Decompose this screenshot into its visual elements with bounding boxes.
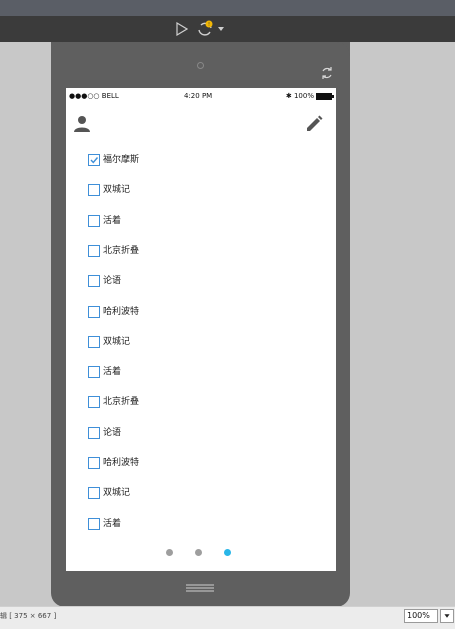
- list-item-label: 活着: [103, 215, 122, 226]
- list-item-label: 双城记: [103, 488, 131, 499]
- battery-label: ✱ 100%: [285, 92, 314, 100]
- checkbox-checked[interactable]: [88, 154, 100, 166]
- checkbox[interactable]: [88, 275, 100, 288]
- list-item-label: 北京折叠: [103, 245, 140, 256]
- list-item-label: 哈利波特: [103, 458, 140, 468]
- phone-screen: ●●●○○ BELL 4:20 PM ✱ 100% 福尔摩斯 双城记 活着 北京折叠论…: [66, 88, 336, 571]
- status-footer: [0, 606, 455, 629]
- list-item-label: 双城记: [103, 185, 131, 196]
- checkbox[interactable]: [88, 426, 100, 439]
- list-item[interactable]: 活着: [88, 214, 288, 229]
- zoom-select[interactable]: 100%: [404, 609, 438, 623]
- list-item-label: 哈利波特: [103, 306, 140, 317]
- checkbox[interactable]: [88, 366, 100, 379]
- canvas-size-label: 辑 [ 375 × 667 ]: [0, 612, 57, 620]
- battery-icon: [316, 93, 334, 100]
- checkbox[interactable]: [88, 487, 100, 500]
- page-indicator: [166, 549, 246, 559]
- chevron-down-icon[interactable]: [218, 27, 224, 31]
- checkbox[interactable]: [88, 214, 100, 227]
- list-item[interactable]: 北京折叠: [88, 396, 288, 410]
- list-item-label: 论语: [103, 427, 122, 438]
- check-icon: [90, 157, 99, 164]
- list-item[interactable]: 哈利波特: [88, 457, 288, 471]
- list-item-label: 福尔摩斯: [103, 155, 140, 165]
- list-item[interactable]: 双城记: [88, 335, 288, 350]
- home-indicator-icon[interactable]: [185, 583, 215, 593]
- list-item[interactable]: 哈利波特: [88, 305, 288, 320]
- toolbar: [0, 16, 455, 42]
- user-icon[interactable]: [72, 114, 92, 134]
- rotate-icon[interactable]: [320, 66, 334, 80]
- page-dot-active[interactable]: [224, 549, 231, 556]
- list-item[interactable]: 北京折叠: [88, 244, 288, 259]
- edit-icon[interactable]: [304, 114, 324, 134]
- list-item[interactable]: 双城记: [88, 184, 288, 198]
- zoom-dropdown-icon[interactable]: [440, 609, 454, 623]
- time-label: 4:20 PM: [184, 92, 213, 100]
- page-dot[interactable]: [166, 549, 173, 556]
- checkbox[interactable]: [88, 396, 100, 409]
- list-item-label: 活着: [103, 367, 122, 378]
- checkbox[interactable]: [88, 184, 100, 197]
- sync-icon[interactable]: !: [196, 20, 214, 38]
- checkbox[interactable]: [88, 244, 100, 257]
- list-item[interactable]: 双城记: [88, 487, 288, 501]
- camera-icon: [197, 62, 204, 69]
- checkbox[interactable]: [88, 335, 100, 348]
- list-item[interactable]: 活着: [88, 517, 288, 532]
- checkbox[interactable]: [88, 517, 100, 530]
- list-item-label: 北京折叠: [103, 397, 140, 408]
- checkbox[interactable]: [88, 457, 100, 469]
- play-icon[interactable]: [176, 22, 188, 36]
- list-item[interactable]: 论语: [88, 275, 288, 289]
- list-item[interactable]: 论语: [88, 426, 288, 441]
- list-item[interactable]: 活着: [88, 366, 288, 380]
- list-item-label: 活着: [103, 518, 122, 529]
- checkbox[interactable]: [88, 305, 100, 318]
- list-item[interactable]: 福尔摩斯: [88, 154, 288, 168]
- page-dot[interactable]: [195, 549, 202, 556]
- status-bar: ●●●○○ BELL 4:20 PM ✱ 100%: [66, 88, 336, 104]
- carrier-label: ●●●○○ BELL: [69, 92, 119, 100]
- list-item-label: 论语: [103, 276, 122, 287]
- warning-badge: !: [208, 22, 210, 28]
- top-bar: [0, 0, 455, 16]
- list-item-label: 双城记: [103, 336, 131, 347]
